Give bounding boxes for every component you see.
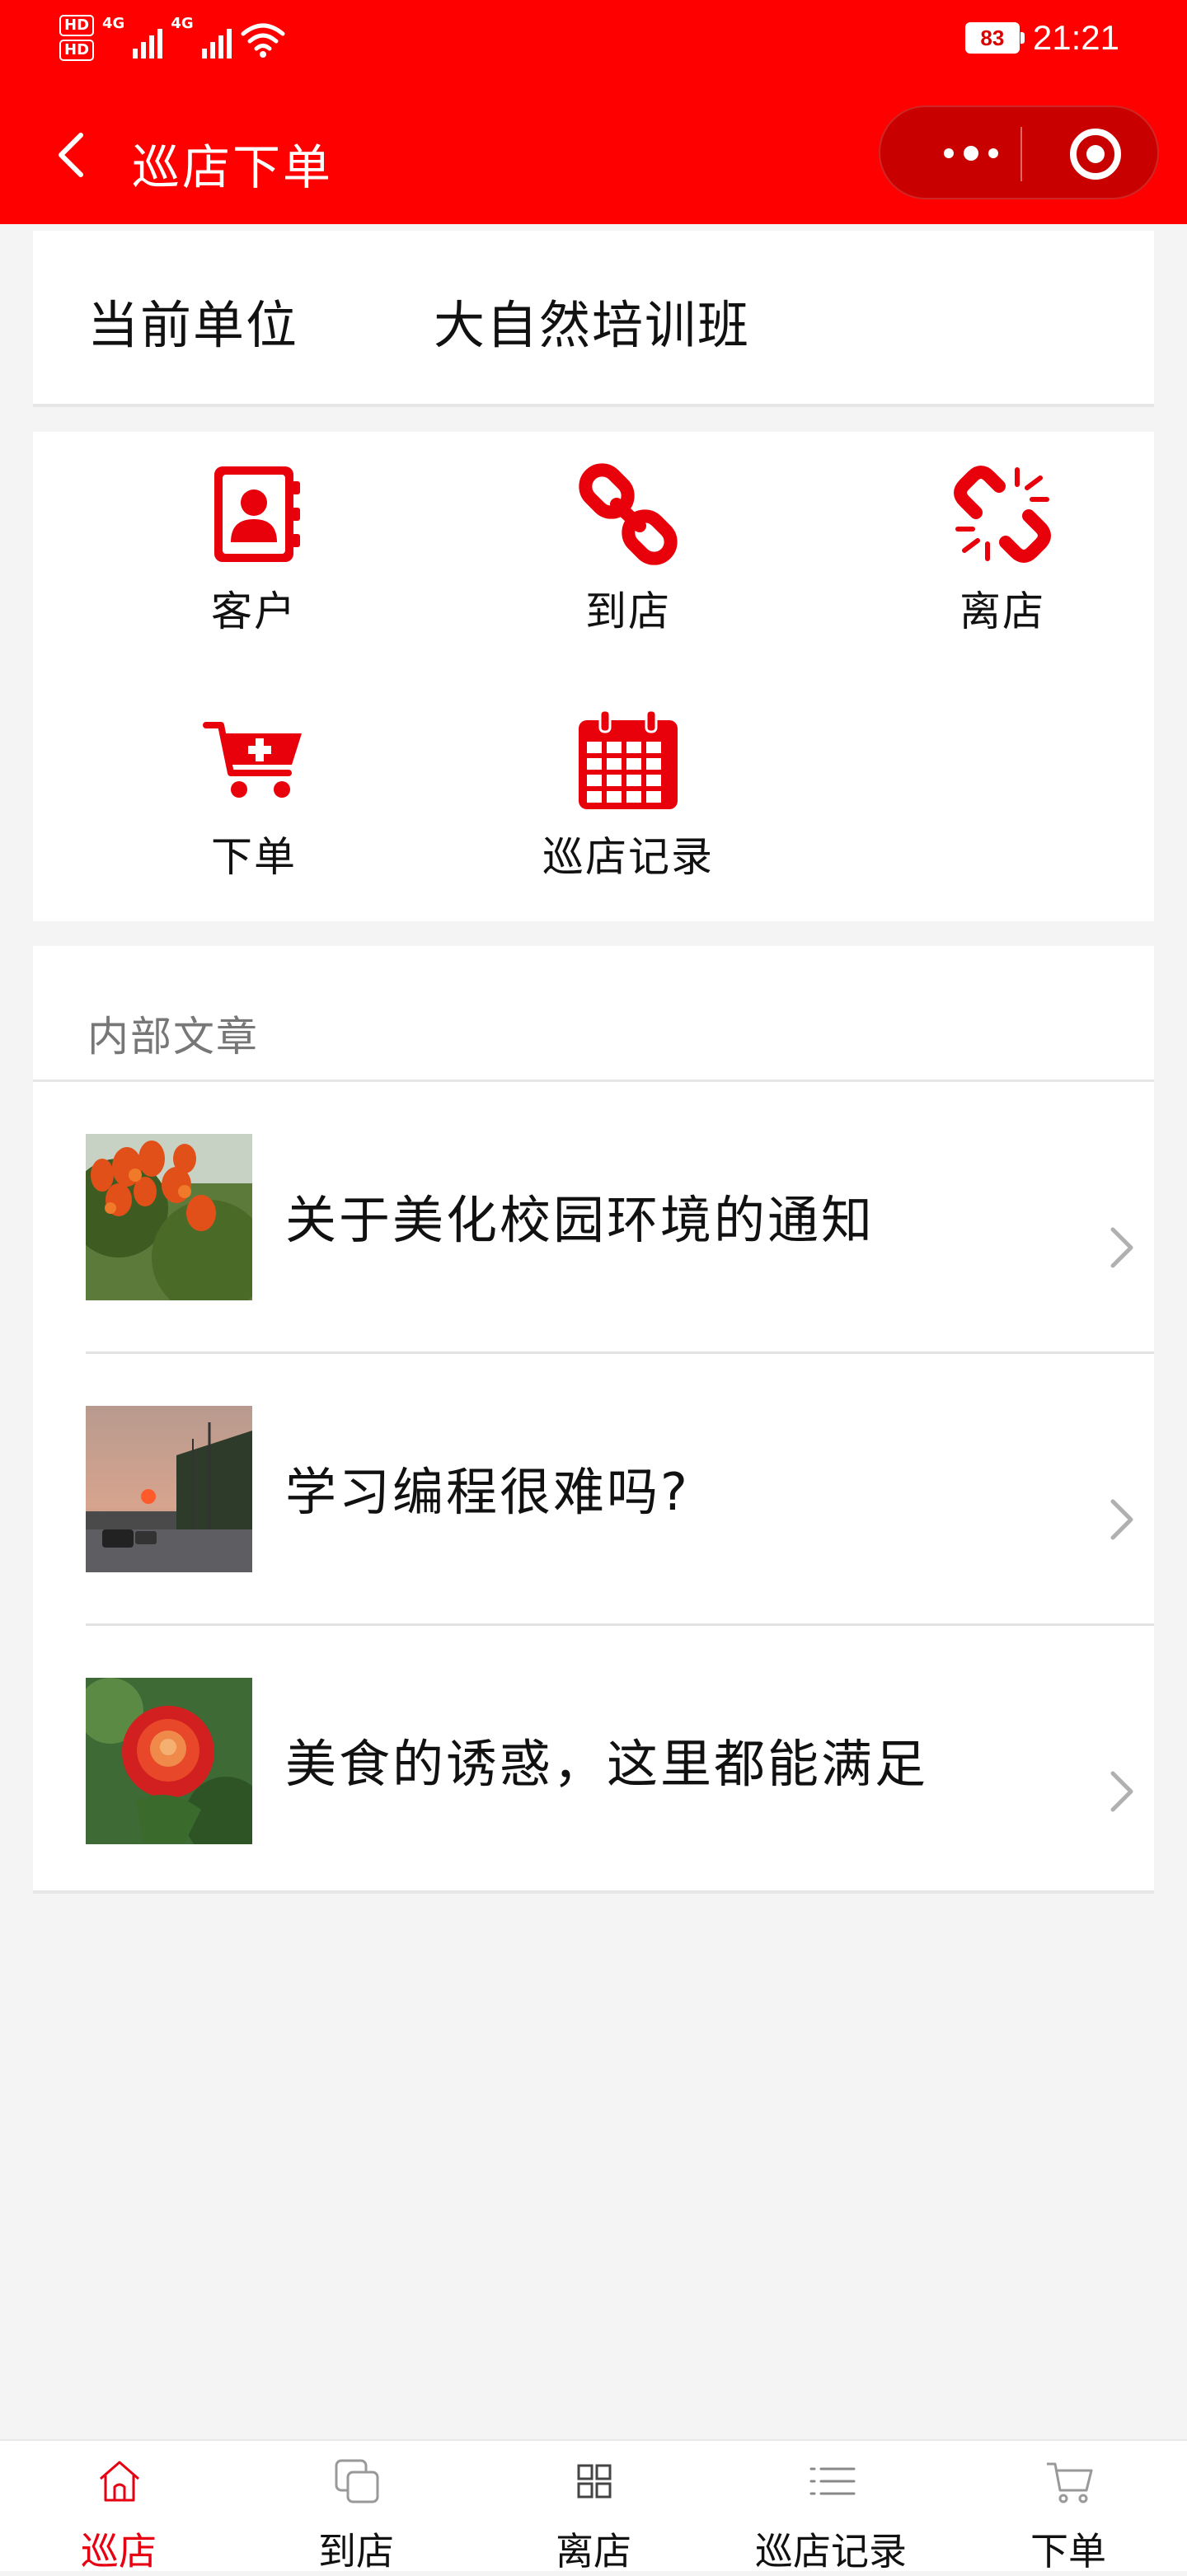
home-icon	[100, 2461, 139, 2502]
contacts-book-icon	[214, 466, 300, 562]
battery-level: 83	[980, 25, 1005, 50]
tab-label: 巡店记录	[755, 2529, 907, 2574]
article-item[interactable]: 学习编程很难吗?	[86, 1355, 1154, 1627]
divider	[86, 1351, 1154, 1354]
article-item[interactable]: 关于美化校园环境的通知	[86, 1083, 1154, 1355]
bottom-tab-bar: 巡店 到店 离店 巡店记录 下单	[0, 2439, 1187, 2574]
calendar-icon	[579, 709, 678, 809]
unit-label: 当前单位	[87, 295, 299, 355]
grid-item-label: 到店	[585, 588, 671, 635]
broken-link-icon	[954, 466, 1051, 563]
orange-flowers-photo	[86, 1134, 252, 1300]
sunset-road-photo	[86, 1406, 252, 1572]
more-dots-icon[interactable]	[913, 124, 1029, 183]
tab-label: 到店	[318, 2529, 394, 2574]
hd-badge: HD	[59, 40, 95, 61]
cart-plus-icon	[203, 722, 302, 798]
clock: 21:21	[1032, 18, 1119, 57]
grid-item-arrive[interactable]: 到店	[503, 432, 750, 646]
capsule-divider	[1020, 127, 1022, 181]
tab-records[interactable]: 巡店记录	[712, 2441, 950, 2574]
articles-heading: 内部文章	[87, 1013, 259, 1061]
divider	[33, 1080, 1154, 1082]
function-grid: 客户 到店 离店 下单 巡店记录	[33, 432, 1154, 921]
battery-icon: 83	[964, 22, 1025, 54]
list-icon	[809, 2467, 856, 2495]
chevron-left-icon	[59, 133, 83, 177]
page-title: 巡店下单	[132, 139, 334, 195]
status-left: HD HD 4G 4G	[59, 15, 286, 64]
tab-label: 巡店	[81, 2529, 157, 2574]
grid-item-leave[interactable]: 离店	[877, 432, 1124, 646]
tab-arrive[interactable]: 到店	[237, 2441, 475, 2574]
target-circle-icon[interactable]	[1070, 129, 1121, 180]
nav-bar: 巡店下单	[0, 105, 1187, 204]
status-bar: HD HD 4G 4G 83 21:21	[0, 0, 1187, 82]
grid-item-label: 下单	[211, 833, 297, 881]
back-button[interactable]	[41, 122, 107, 188]
link-icon	[579, 463, 678, 565]
network-type: 4G	[171, 15, 194, 32]
divider	[86, 1623, 1154, 1626]
grid-item-records[interactable]: 巡店记录	[503, 677, 750, 892]
hd-badges: HD HD	[59, 15, 95, 64]
grid-item-order[interactable]: 下单	[129, 677, 376, 892]
hd-badge: HD	[59, 15, 95, 36]
grid-item-label: 离店	[959, 588, 1045, 635]
articles-card: 内部文章 关于美化校园环境的通知 学习编程很难吗? 美食的诱惑，这里都能满足	[33, 946, 1154, 1894]
tab-label: 下单	[1030, 2529, 1106, 2574]
grid-item-label: 客户	[211, 588, 297, 635]
tab-order[interactable]: 下单	[950, 2441, 1187, 2574]
tab-patrol[interactable]: 巡店	[0, 2441, 237, 2574]
unit-value[interactable]: 大自然培训班	[434, 283, 750, 358]
chevron-right-icon	[1110, 1499, 1133, 1540]
grid-item-label: 巡店记录	[542, 833, 714, 881]
article-title: 学习编程很难吗?	[285, 1462, 690, 1522]
article-item[interactable]: 美食的诱惑，这里都能满足	[86, 1627, 1154, 1899]
network-type: 4G	[102, 15, 125, 32]
current-unit-card: 当前单位 大自然培训班	[33, 231, 1154, 407]
tab-label: 离店	[556, 2529, 631, 2574]
tab-leave[interactable]: 离店	[475, 2441, 712, 2574]
cart-icon	[1047, 2462, 1093, 2503]
chevron-right-icon	[1110, 1227, 1133, 1268]
chevron-right-icon	[1110, 1771, 1133, 1812]
red-rose-photo	[86, 1678, 252, 1844]
grid-item-customer[interactable]: 客户	[129, 432, 376, 646]
mini-program-capsule	[879, 105, 1159, 199]
article-title: 关于美化校园环境的通知	[285, 1190, 875, 1250]
signal-icon	[201, 21, 232, 59]
signal-icon	[133, 21, 163, 59]
grid-icon	[577, 2464, 612, 2499]
top-bar: HD HD 4G 4G 83 21:21 巡店下单	[0, 0, 1187, 224]
wifi-icon	[241, 23, 285, 58]
copy-icon	[335, 2459, 379, 2503]
status-right: 83 21:21	[964, 18, 1119, 58]
article-title: 美食的诱惑，这里都能满足	[285, 1734, 929, 1794]
